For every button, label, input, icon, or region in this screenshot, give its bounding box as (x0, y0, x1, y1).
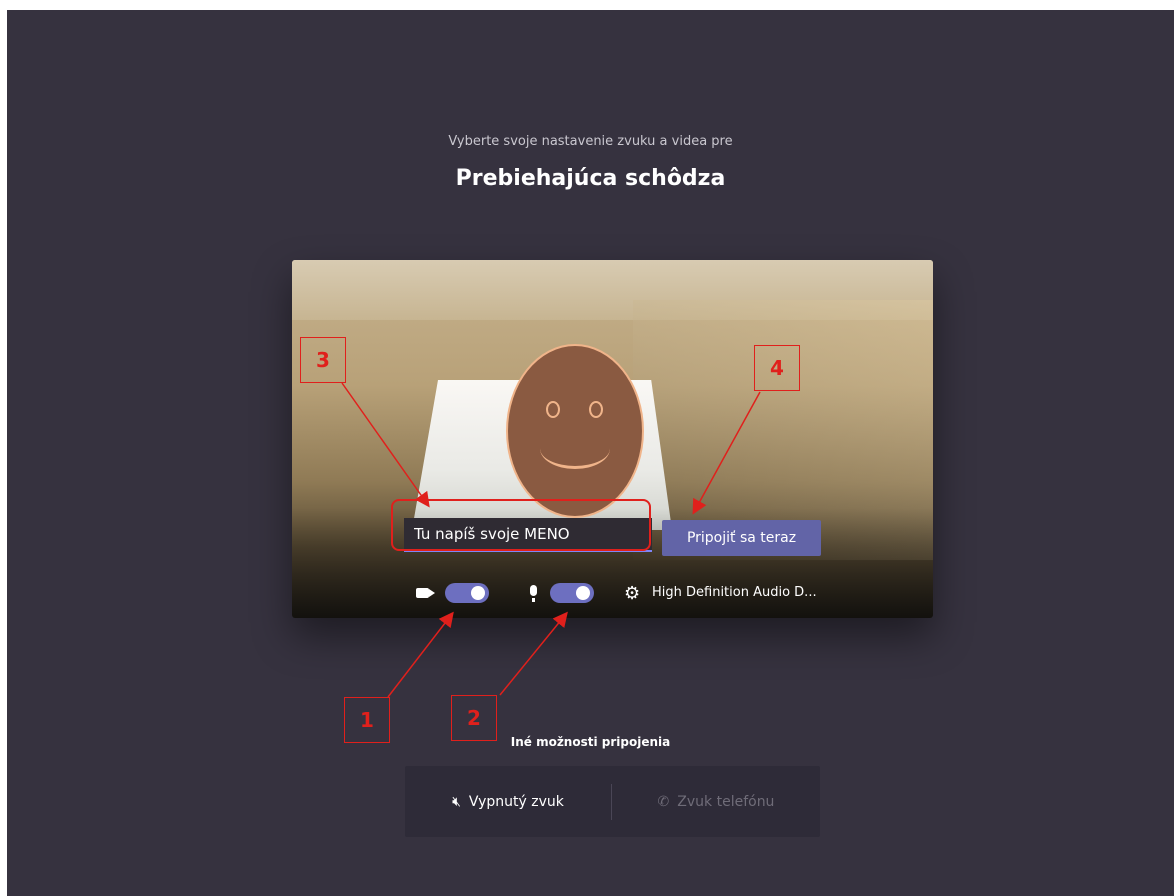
gear-icon[interactable]: ⚙ (624, 582, 640, 604)
camera-toggle[interactable] (445, 583, 489, 603)
prejoin-subtitle: Vyberte svoje nastavenie zvuku a videa p… (448, 134, 733, 149)
annotation-label-4: 4 (754, 345, 800, 391)
audio-off-label: Vypnutý zvuk (468, 793, 564, 810)
other-join-options: 🔇︎ Vypnutý zvuk ✆ Zvuk telefónu (405, 766, 820, 837)
meeting-prejoin-screen: Vyberte svoje nastavenie zvuku a videa p… (7, 10, 1174, 896)
speaker-off-icon: 🔇︎ (452, 793, 461, 810)
video-preview: Pripojiť sa teraz ⚙ High Definition Audi… (292, 260, 933, 618)
phone-audio-option[interactable]: ✆ Zvuk telefónu (613, 766, 819, 837)
audio-device-label[interactable]: High Definition Audio D... (652, 585, 817, 600)
microphone-icon (530, 585, 537, 602)
phone-icon: ✆ (657, 793, 670, 810)
meeting-title: Prebiehajúca schôdza (455, 166, 726, 191)
annotation-label-1: 1 (344, 697, 390, 743)
annotation-label-3: 3 (300, 337, 346, 383)
other-join-options-title: Iné možnosti pripojenia (510, 735, 671, 749)
camera-icon (416, 588, 435, 598)
phone-audio-label: Zvuk telefónu (677, 793, 775, 810)
microphone-toggle[interactable] (550, 583, 594, 603)
name-field-highlight (391, 499, 651, 551)
audio-off-option[interactable]: 🔇︎ Vypnutý zvuk (405, 766, 611, 837)
join-now-button[interactable]: Pripojiť sa teraz (662, 520, 821, 556)
media-controls: ⚙ High Definition Audio D... (416, 582, 933, 606)
smiley-face-overlay (506, 344, 644, 518)
annotation-label-2: 2 (451, 695, 497, 741)
